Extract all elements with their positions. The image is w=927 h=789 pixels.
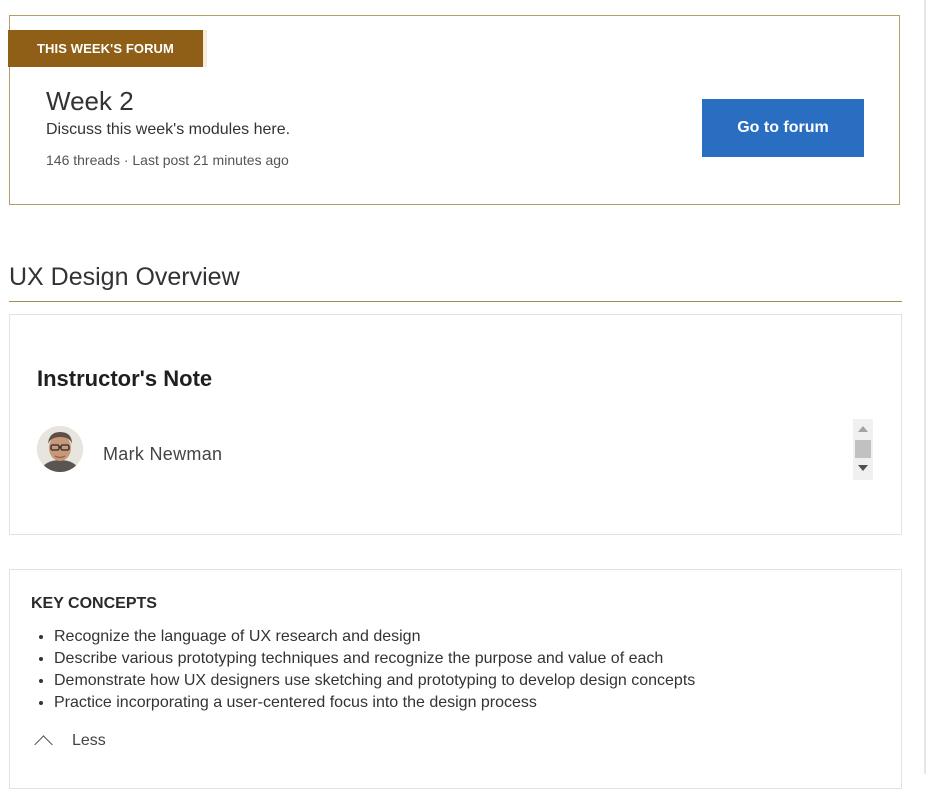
key-concepts-list: Recognize the language of UX research an… xyxy=(31,626,695,714)
note-scrollbar[interactable] xyxy=(853,419,873,480)
instructor-note-card: Instructor's Note Mark Newman xyxy=(9,314,902,535)
scroll-down-arrow-icon[interactable] xyxy=(858,465,868,471)
forum-description: Discuss this week's modules here. xyxy=(46,121,291,138)
chevron-up-icon xyxy=(34,735,53,754)
list-item: Demonstrate how UX designers use sketchi… xyxy=(54,670,695,692)
less-toggle[interactable]: Less xyxy=(33,730,106,754)
instructor-avatar xyxy=(37,426,83,472)
section-divider xyxy=(9,301,902,302)
key-concepts-heading: KEY CONCEPTS xyxy=(31,595,157,612)
go-to-forum-button[interactable]: Go to forum xyxy=(702,99,864,157)
forum-badge: THIS WEEK'S FORUM xyxy=(8,30,207,67)
page-right-border xyxy=(924,0,926,774)
list-item: Practice incorporating a user-centered f… xyxy=(54,692,695,714)
forum-card: THIS WEEK'S FORUM Week 2 Discuss this we… xyxy=(8,15,900,205)
key-concepts-card: KEY CONCEPTS Recognize the language of U… xyxy=(9,569,902,789)
instructor-note-heading: Instructor's Note xyxy=(37,366,213,391)
list-item: Recognize the language of UX research an… xyxy=(54,626,695,648)
forum-meta: 146 threads · Last post 21 minutes ago xyxy=(46,152,289,168)
instructor-name: Mark Newman xyxy=(103,444,223,464)
scrollbar-thumb[interactable] xyxy=(855,440,871,458)
section-title: UX Design Overview xyxy=(9,263,240,291)
list-item: Describe various prototyping techniques … xyxy=(54,648,695,670)
scroll-up-arrow-icon[interactable] xyxy=(858,426,868,432)
forum-title: Week 2 xyxy=(46,86,134,116)
less-label: Less xyxy=(72,731,106,749)
